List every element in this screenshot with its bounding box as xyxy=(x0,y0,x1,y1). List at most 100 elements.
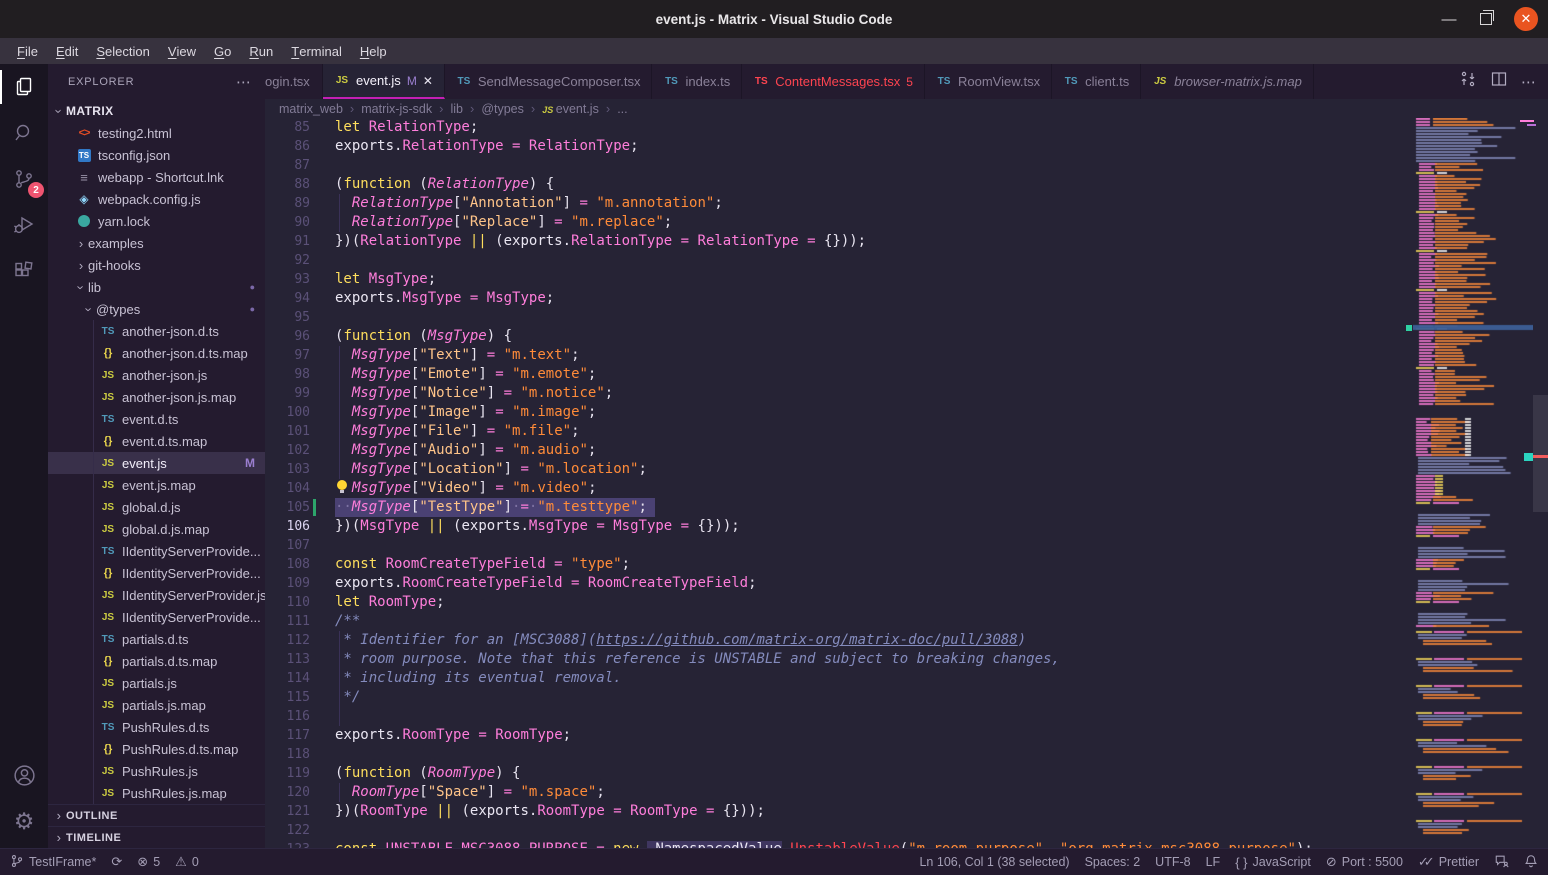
menu-item-terminal[interactable]: Terminal xyxy=(282,38,351,64)
line-number[interactable]: 118 xyxy=(265,745,310,764)
code-area[interactable]: 85let RelationType;86exports.RelationTyp… xyxy=(265,118,1533,848)
minimap[interactable] xyxy=(1413,118,1533,848)
line-number[interactable]: 100 xyxy=(265,403,310,422)
tree-item-yarn-lock[interactable]: yarn.lock xyxy=(48,210,265,232)
restore-button[interactable] xyxy=(1480,13,1492,25)
status-prettier[interactable]: ✓✓Prettier xyxy=(1418,849,1479,875)
line-number[interactable]: 111 xyxy=(265,612,310,631)
line-number[interactable]: 96 xyxy=(265,327,310,346)
code-line-105[interactable]: 105··MsgType["TestType"]·=·"m.testtype"; xyxy=(265,498,1533,517)
menu-item-help[interactable]: Help xyxy=(351,38,396,64)
breadcrumb-item-matrix_web[interactable]: matrix_web xyxy=(279,102,343,116)
menu-item-file[interactable]: File xyxy=(8,38,47,64)
code-line-116[interactable]: 116 xyxy=(265,707,1533,726)
breadcrumb-item-matrix-js-sdk[interactable]: matrix-js-sdk xyxy=(361,102,432,116)
code-line-89[interactable]: 89 RelationType["Annotation"] = "m.annot… xyxy=(265,194,1533,213)
line-number[interactable]: 108 xyxy=(265,555,310,574)
code-line-121[interactable]: 121})(RoomType || (exports.RoomType = Ro… xyxy=(265,802,1533,821)
line-number[interactable]: 116 xyxy=(265,707,310,726)
tree-item-partials-d-ts[interactable]: TSpartials.d.ts xyxy=(48,628,265,650)
close-button[interactable]: ✕ xyxy=(1514,7,1538,31)
code-line-102[interactable]: 102 MsgType["Audio"] = "m.audio"; xyxy=(265,441,1533,460)
status-utf-8[interactable]: UTF-8 xyxy=(1155,849,1190,875)
code-line-114[interactable]: 114 * including its eventual removal. xyxy=(265,669,1533,688)
line-number[interactable]: 93 xyxy=(265,270,310,289)
close-icon[interactable]: ✕ xyxy=(423,74,433,88)
line-number[interactable]: 109 xyxy=(265,574,310,593)
code-line-100[interactable]: 100 MsgType["Image"] = "m.image"; xyxy=(265,403,1533,422)
status-spaces-2[interactable]: Spaces: 2 xyxy=(1085,849,1141,875)
code-line-93[interactable]: 93let MsgType; xyxy=(265,270,1533,289)
tab-client-ts[interactable]: TSclient.ts xyxy=(1052,64,1141,99)
lightbulb-icon[interactable] xyxy=(335,480,352,494)
code-line-115[interactable]: 115 */ xyxy=(265,688,1533,707)
line-number[interactable]: 95 xyxy=(265,308,310,327)
line-number[interactable]: 107 xyxy=(265,536,310,555)
status-braces[interactable]: { }JavaScript xyxy=(1235,849,1311,875)
status-ln-106-col-1-38-selected-[interactable]: Ln 106, Col 1 (38 selected) xyxy=(919,849,1069,875)
line-number[interactable]: 121 xyxy=(265,802,310,821)
code-line-108[interactable]: 108const RoomCreateTypeField = "type"; xyxy=(265,555,1533,574)
line-number[interactable]: 90 xyxy=(265,213,310,232)
breadcrumb-item-lib[interactable]: lib xyxy=(450,102,463,116)
menu-item-run[interactable]: Run xyxy=(240,38,282,64)
tree-item-webapp-shortcut-lnk[interactable]: ≡webapp - Shortcut.lnk xyxy=(48,166,265,188)
line-number[interactable]: 88 xyxy=(265,175,310,194)
status-error[interactable]: ⊗5 xyxy=(137,849,160,875)
line-number[interactable]: 99 xyxy=(265,384,310,403)
line-number[interactable]: 91 xyxy=(265,232,310,251)
minimize-button[interactable]: — xyxy=(1440,11,1458,28)
section-timeline[interactable]: ›TIMELINE xyxy=(48,826,265,848)
line-number[interactable]: 101 xyxy=(265,422,310,441)
tree-item-iidentityserverprovider-js[interactable]: JSIIdentityServerProvider.js xyxy=(48,584,265,606)
code-line-87[interactable]: 87 xyxy=(265,156,1533,175)
more-icon[interactable]: ⋯ xyxy=(1521,73,1536,91)
tree-item-webpack-config-js[interactable]: ◈webpack.config.js xyxy=(48,188,265,210)
breadcrumb-item-event-js[interactable]: JS event.js xyxy=(542,102,599,116)
tree-item-another-json-d-ts[interactable]: TSanother-json.d.ts xyxy=(48,320,265,342)
tree-item-another-json-js[interactable]: JSanother-json.js xyxy=(48,364,265,386)
tree-root-matrix[interactable]: › MATRIX xyxy=(48,100,265,122)
line-number[interactable]: 89 xyxy=(265,194,310,213)
activity-settings-button[interactable]: ⚙ xyxy=(0,798,48,844)
code-line-123[interactable]: 123const UNSTABLE_MSC3088_PURPOSE = new … xyxy=(265,840,1533,848)
line-number[interactable]: 123 xyxy=(265,840,310,848)
tree-item-pushrules-d-ts-map[interactable]: {}PushRules.d.ts.map xyxy=(48,738,265,760)
line-number[interactable]: 102 xyxy=(265,441,310,460)
activity-search-button[interactable] xyxy=(0,110,48,156)
status-sync[interactable]: ⟳ xyxy=(111,849,122,875)
tab-browser-matrix-js-map[interactable]: JSbrowser-matrix.js.map xyxy=(1141,64,1314,99)
tab-ogin-tsx[interactable]: ogin.tsx xyxy=(265,64,323,99)
code-line-90[interactable]: 90 RelationType["Replace"] = "m.replace"… xyxy=(265,213,1533,232)
tree-item-event-js[interactable]: JSevent.jsM xyxy=(48,452,265,474)
tree-item-partials-d-ts-map[interactable]: {}partials.d.ts.map xyxy=(48,650,265,672)
code-line-98[interactable]: 98 MsgType["Emote"] = "m.emote"; xyxy=(265,365,1533,384)
line-number[interactable]: 112 xyxy=(265,631,310,650)
line-number[interactable]: 119 xyxy=(265,764,310,783)
code-line-88[interactable]: 88(function (RelationType) { xyxy=(265,175,1533,194)
line-number[interactable]: 113 xyxy=(265,650,310,669)
status-bell[interactable] xyxy=(1524,849,1538,875)
split-editor-icon[interactable] xyxy=(1491,71,1507,92)
code-line-95[interactable]: 95 xyxy=(265,308,1533,327)
code-line-111[interactable]: 111/** xyxy=(265,612,1533,631)
code-line-113[interactable]: 113 * room purpose. Note that this refer… xyxy=(265,650,1533,669)
code-line-106[interactable]: 106})(MsgType || (exports.MsgType = MsgT… xyxy=(265,517,1533,536)
line-number[interactable]: 92 xyxy=(265,251,310,270)
tab-event-js[interactable]: JSevent.jsM✕ xyxy=(323,64,445,99)
line-number[interactable]: 120 xyxy=(265,783,310,802)
code-line-120[interactable]: 120 RoomType["Space"] = "m.space"; xyxy=(265,783,1533,802)
status-port[interactable]: ⊘Port : 5500 xyxy=(1326,849,1403,875)
tree-item-partials-js-map[interactable]: JSpartials.js.map xyxy=(48,694,265,716)
line-number[interactable]: 94 xyxy=(265,289,310,308)
code-line-86[interactable]: 86exports.RelationType = RelationType; xyxy=(265,137,1533,156)
tree-item-iidentityserverprovide-[interactable]: {}IIdentityServerProvide... xyxy=(48,562,265,584)
code-line-103[interactable]: 103 MsgType["Location"] = "m.location"; xyxy=(265,460,1533,479)
section-outline[interactable]: ›OUTLINE xyxy=(48,804,265,826)
code-line-107[interactable]: 107 xyxy=(265,536,1533,555)
tree-item--types[interactable]: ›@types● xyxy=(48,298,265,320)
tree-item-event-d-ts[interactable]: TSevent.d.ts xyxy=(48,408,265,430)
tab-contentmessages-tsx[interactable]: TSContentMessages.tsx5 xyxy=(742,64,925,99)
tree-item-examples[interactable]: ›examples xyxy=(48,232,265,254)
activity-explorer-button[interactable] xyxy=(0,64,48,110)
